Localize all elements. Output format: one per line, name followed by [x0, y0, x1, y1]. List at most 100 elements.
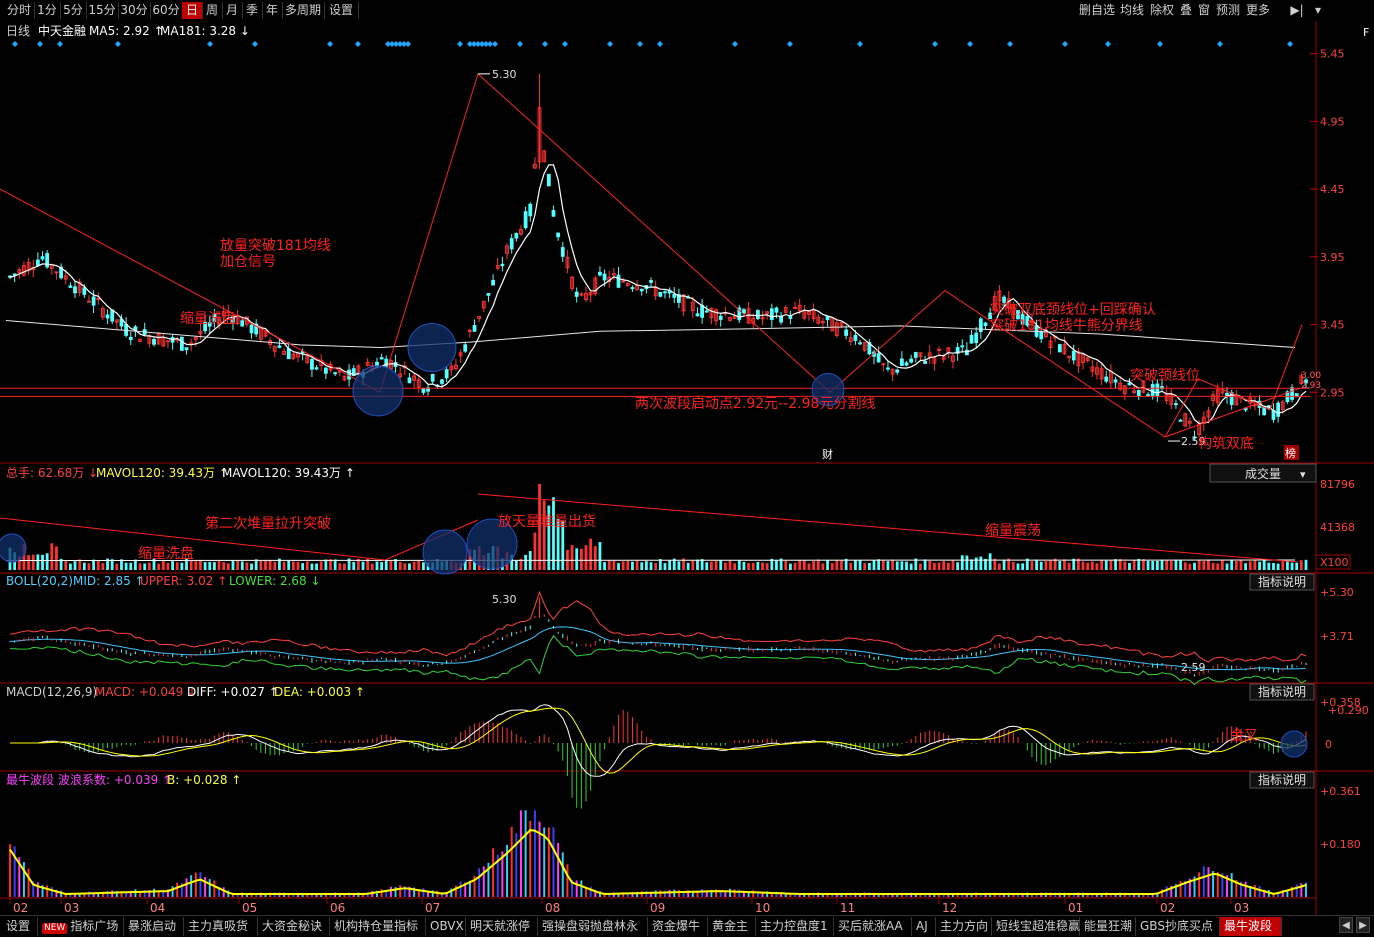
candle — [384, 358, 389, 368]
volume-bar — [1100, 560, 1104, 570]
period-tab-7[interactable]: 周 — [202, 2, 223, 19]
period-tab-8[interactable]: 月 — [222, 2, 243, 19]
toolbar-button-1[interactable]: 均线 — [1117, 2, 1147, 19]
indicator-tab-4[interactable]: 大资金秘诀 — [258, 917, 330, 936]
toolbar-button-0[interactable]: 删自选 — [1077, 2, 1117, 19]
volume-bar — [626, 560, 630, 570]
volume-bar — [380, 562, 384, 570]
volume-bar — [542, 500, 546, 570]
volume-bar — [784, 560, 788, 570]
indicator-tab-13[interactable]: AJ — [912, 917, 936, 936]
tab-scroll-right-icon[interactable]: ▶ — [1356, 917, 1370, 933]
mavol-value-2: MAVOL120: 39.43万 ↑ — [222, 466, 355, 480]
volume-bar — [1230, 560, 1234, 570]
period-tab-11[interactable]: 多周期 — [282, 2, 325, 19]
indicator-tab-8[interactable]: 强操盘弱抛盘林永 — [538, 917, 648, 936]
candle — [774, 307, 779, 313]
toolbar-button-6[interactable]: 更多 — [1243, 2, 1273, 19]
boll-mid: MID: 2.85 ↑ — [73, 574, 145, 588]
period-tab-9[interactable]: 季 — [242, 2, 263, 19]
candle — [574, 291, 579, 297]
indicator-tab-10[interactable]: 黄金主 — [708, 917, 756, 936]
candle — [560, 247, 565, 257]
candle — [12, 273, 17, 276]
indicator-tab-18[interactable]: 最牛波段 — [1220, 917, 1282, 936]
toolbar-button-2[interactable]: 除权 — [1147, 2, 1177, 19]
volume-bar — [1304, 559, 1308, 570]
volume-axis-label: 81796 — [1320, 478, 1355, 491]
volume-bar — [1067, 562, 1071, 570]
indicator-tab-label: 明天就涨停 — [470, 919, 531, 933]
toolbar-button-5[interactable]: 预测 — [1213, 2, 1243, 19]
period-tab-5[interactable]: 60分 — [150, 2, 183, 19]
period-tab-10[interactable]: 年 — [262, 2, 283, 19]
volume-bar — [900, 561, 904, 570]
candle — [858, 342, 862, 345]
period-tab-1[interactable]: 1分 — [34, 2, 61, 19]
indicator-tab-3[interactable]: 主力真吸货 — [184, 917, 258, 936]
volume-bar — [31, 554, 35, 570]
indicator-tab-label: 强操盘弱抛盘林永 — [542, 919, 639, 933]
volume-bar — [835, 560, 839, 570]
candle — [793, 306, 797, 309]
period-tab-12[interactable]: 设置 — [324, 2, 359, 19]
volume-bar — [705, 562, 709, 570]
indicator-tab-label: OBVX — [430, 919, 464, 933]
volume-bar — [979, 556, 983, 570]
volume-bar — [816, 559, 820, 570]
wave-axis-label: +0.361 — [1320, 785, 1361, 798]
volume-bar — [203, 562, 207, 570]
period-tab-0[interactable]: 分时 — [4, 2, 35, 19]
period-tab-4[interactable]: 30分 — [118, 2, 151, 19]
volume-bar — [264, 560, 267, 570]
period-tab-2[interactable]: 5分 — [60, 2, 87, 19]
volume-bar — [579, 548, 583, 570]
volume-bar — [593, 546, 597, 570]
indicator-tab-16[interactable]: 能量狂潮 — [1080, 917, 1136, 936]
volume-bar — [1104, 560, 1108, 570]
indicator-tab-17[interactable]: GBS抄底买点 — [1136, 917, 1220, 936]
chevron-down-icon: ▾ — [1300, 468, 1306, 481]
indicator-tab-label: 短线宝超准稳赢 — [996, 919, 1081, 933]
candle — [491, 279, 495, 286]
volume-bar — [621, 561, 625, 570]
candle — [110, 309, 115, 322]
indicator-tab-15[interactable]: 短线宝超准稳赢 — [992, 917, 1080, 936]
volume-bar — [250, 563, 253, 570]
indicator-tab-6[interactable]: OBVX — [426, 917, 466, 936]
volume-bar — [514, 559, 518, 570]
indicator-tab-14[interactable]: 主力方向 — [936, 917, 992, 936]
toolbar-button-3[interactable]: 叠 — [1177, 2, 1195, 19]
volume-bar — [199, 559, 202, 570]
pin-icon[interactable]: ▶| — [1284, 2, 1310, 19]
volume-bar — [747, 562, 750, 570]
indicator-tab-2[interactable]: 暴涨启动 — [124, 917, 184, 936]
toolbar-button-4[interactable]: 窗 — [1195, 2, 1213, 19]
volume-bar — [115, 563, 119, 570]
period-tab-6[interactable]: 日 — [182, 2, 203, 19]
volume-bar — [1207, 560, 1210, 570]
candle — [333, 372, 338, 375]
volume-bar — [1183, 562, 1187, 570]
candle — [1057, 344, 1062, 353]
tab-scroll-left-icon[interactable]: ◀ — [1339, 917, 1353, 933]
period-tab-3[interactable]: 15分 — [86, 2, 119, 19]
volume-bar — [245, 562, 249, 570]
volume-bar — [96, 560, 100, 570]
macd-title: MACD(12,26,9) — [6, 685, 97, 699]
indicator-tab-1[interactable]: NEW 指标广场 — [38, 917, 124, 936]
candle — [463, 344, 468, 352]
stock-name: 中天金融 — [38, 23, 86, 38]
indicator-tab-5[interactable]: 机构持仓量指标 — [330, 917, 426, 936]
chevron-down-icon[interactable]: ▾ — [1311, 2, 1325, 19]
candle — [286, 348, 291, 360]
candle — [937, 348, 941, 351]
indicator-tab-12[interactable]: 买后就涨AA — [834, 917, 912, 936]
volume-circle — [0, 533, 27, 563]
indicator-tab-9[interactable]: 资金爆牛 — [648, 917, 708, 936]
indicator-tab-7[interactable]: 明天就涨停 — [466, 917, 538, 936]
indicator-tab-0[interactable]: 设置 — [2, 917, 38, 936]
volume-bar — [41, 554, 44, 570]
indicator-tab-11[interactable]: 主力控盘度1 — [756, 917, 834, 936]
indicator-help-button: 指标说明 — [1258, 772, 1306, 787]
